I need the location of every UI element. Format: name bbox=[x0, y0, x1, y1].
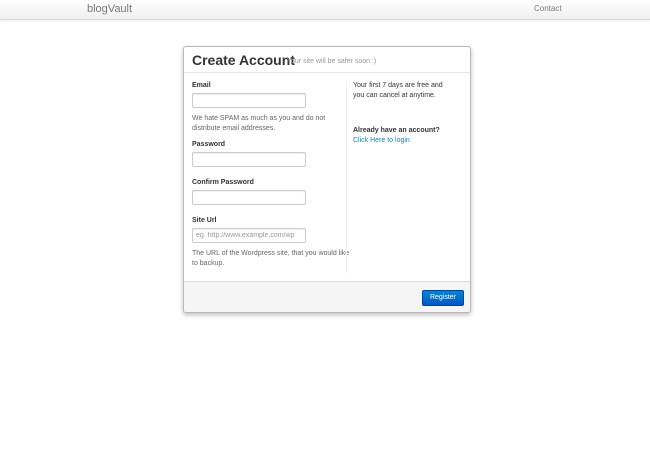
brand-link[interactable]: blogVault bbox=[87, 3, 132, 15]
email-help-text: We hate SPAM as much as you and do not d… bbox=[192, 115, 326, 132]
column-divider bbox=[346, 81, 347, 273]
panel-header: Create Account Your site will be safer s… bbox=[184, 47, 470, 73]
page-title: Create Account bbox=[192, 52, 295, 68]
email-field[interactable] bbox=[192, 93, 306, 108]
top-navbar: blogVault Contact bbox=[0, 0, 650, 20]
login-link[interactable]: Click Here to login bbox=[353, 137, 410, 144]
page-subtitle: Your site will be safer soon :) bbox=[287, 58, 377, 65]
confirm-password-field[interactable] bbox=[192, 190, 306, 205]
panel-footer: Register bbox=[184, 281, 470, 312]
create-account-panel: Create Account Your site will be safer s… bbox=[183, 46, 471, 313]
site-url-field[interactable] bbox=[192, 228, 306, 243]
confirm-password-label: Confirm Password bbox=[192, 179, 254, 186]
password-field[interactable] bbox=[192, 152, 306, 167]
trial-info-text: Your first 7 days are free and you can c… bbox=[353, 82, 443, 99]
site-url-label: Site Url bbox=[192, 217, 217, 224]
email-label: Email bbox=[192, 82, 211, 89]
register-button[interactable]: Register bbox=[422, 290, 464, 306]
account-question: Already have an account? bbox=[353, 127, 440, 134]
contact-link[interactable]: Contact bbox=[534, 4, 562, 14]
password-label: Password bbox=[192, 141, 226, 148]
site-url-help-text: The URL of the Wordpress site, that you … bbox=[192, 250, 350, 267]
login-prompt: Already have an account? Click Here to l… bbox=[353, 126, 448, 146]
